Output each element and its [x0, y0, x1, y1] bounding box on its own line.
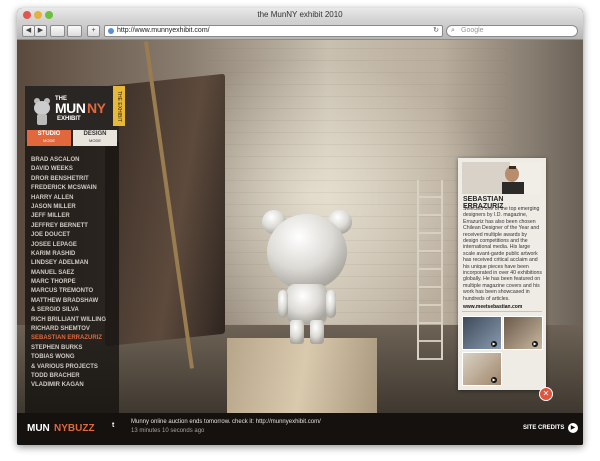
studio-mode-label: STUDIO [37, 131, 61, 137]
designer-item[interactable]: MARCUS TREMONTO [31, 287, 121, 296]
designer-website-link[interactable]: www.meetsebastian.com [463, 304, 543, 310]
designer-item[interactable]: JOSEE LEPAGE [31, 241, 121, 250]
designer-profile-card: SEBASTIAN ERRAZURIZ Selected one of the … [458, 158, 546, 390]
designer-item[interactable]: FREDERICK MCSWAIN [31, 184, 121, 193]
logo-ny: NY [87, 100, 106, 116]
logo-mun: MUN [55, 100, 86, 116]
add-bookmark-button[interactable]: + [87, 25, 100, 37]
address-bar[interactable]: http://www.munnyexhibit.com/ ↻ [104, 25, 443, 37]
forward-button[interactable]: ▶ [34, 25, 47, 37]
tweet-timestamp: 13 minutes 10 seconds ago [131, 428, 205, 434]
address-text: http://www.munnyexhibit.com/ [117, 27, 210, 34]
studio-mode-button[interactable]: STUDIO MODE [27, 130, 71, 146]
site-credits-link[interactable]: SITE CREDITS [523, 425, 564, 431]
card-divider [462, 311, 542, 312]
designer-item[interactable]: DAVID WEEKS [31, 165, 121, 174]
designer-item[interactable]: JEFFREY BERNETT [31, 222, 121, 231]
search-placeholder: Google [461, 27, 484, 34]
buzz-logo-mun: MUN [27, 423, 50, 434]
browser-window: the MunNY exhibit 2010 ◀ ▶ + http://www.… [17, 8, 583, 445]
globe-icon [108, 28, 114, 34]
designer-item[interactable]: JOE DOUCET [31, 231, 121, 240]
site-credits-arrow-icon[interactable]: ▶ [568, 423, 578, 433]
close-card-button[interactable]: ✕ [539, 387, 553, 401]
design-mode-label: DESIGN [83, 131, 107, 137]
designer-item[interactable]: TODD BRACHER [31, 372, 121, 381]
designer-item[interactable]: MATTHEW BRADSHAW [31, 297, 121, 306]
designer-item[interactable]: VLADIMIR KAGAN [31, 381, 121, 390]
studio-mode-sub: MODE [43, 138, 55, 143]
designer-item[interactable]: TOBIAS WONG [31, 353, 121, 362]
play-icon: ▶ [532, 341, 538, 347]
designer-item-selected[interactable]: SEBASTIAN ERRAZURIZ [31, 334, 121, 343]
play-icon: ▶ [491, 377, 497, 383]
buzz-logo-nybuzz: NYBUZZ [54, 423, 95, 434]
design-mode-button[interactable]: DESIGN MODE [73, 130, 117, 146]
designer-bio: Selected one of the top emerging designe… [463, 206, 543, 302]
designer-item[interactable]: HARRY ALLEN [31, 194, 121, 203]
video-thumbnail[interactable]: ▶ [462, 316, 502, 350]
designer-item[interactable]: JEFF MILLER [31, 212, 121, 221]
reload-icon[interactable]: ↻ [433, 26, 439, 36]
design-mode-sub: MODE [89, 138, 101, 143]
designer-list: BRAD ASCALON DAVID WEEKS DROR BENSHETRIT… [31, 156, 121, 391]
share-button[interactable] [50, 25, 65, 37]
designer-sidebar: THE MUN NY EXHIBIT THE EXHIBIT STUDIO MO… [25, 86, 125, 413]
designer-item[interactable]: LINDSEY ADELMAN [31, 259, 121, 268]
title-bar: the MunNY exhibit 2010 [17, 8, 583, 22]
browser-toolbar: ◀ ▶ + http://www.munnyexhibit.com/ ↻ ⌕ G… [17, 22, 583, 40]
munny-buzz-bar: MUN NYBUZZ t Munny online auction ends t… [17, 413, 583, 445]
search-input[interactable]: ⌕ Google [446, 25, 578, 37]
bookmarks-button[interactable] [67, 25, 82, 37]
designer-item[interactable]: MARC THORPE [31, 278, 121, 287]
munny-logo-icon [34, 98, 50, 125]
logo-exhibit: EXHIBIT [57, 116, 81, 122]
search-icon: ⌕ [451, 27, 455, 34]
ladder [417, 180, 443, 360]
the-exhibit-tab[interactable]: THE EXHIBIT [113, 86, 125, 126]
designer-item[interactable]: BRAD ASCALON [31, 156, 121, 165]
tweet-text[interactable]: Munny online auction ends tomorrow. chec… [131, 419, 321, 425]
designer-item[interactable]: RICHARD SHEMTOV [31, 325, 121, 334]
designer-item[interactable]: RICH BRILLIANT WILLING [31, 316, 121, 325]
hero-photo: THE MUN NY EXHIBIT THE EXHIBIT STUDIO MO… [17, 40, 583, 413]
designer-item[interactable]: KARIM RASHID [31, 250, 121, 259]
designer-item[interactable]: & VARIOUS PROJECTS [31, 363, 121, 372]
designer-item[interactable]: & SERGIO SILVA [31, 306, 121, 315]
twitter-icon[interactable]: t [112, 422, 114, 429]
play-icon: ▶ [491, 341, 497, 347]
designer-portrait [462, 162, 542, 194]
designer-item[interactable]: STEPHEN BURKS [31, 344, 121, 353]
designer-item[interactable]: MANUEL SAEZ [31, 269, 121, 278]
window-title: the MunNY exhibit 2010 [257, 10, 343, 19]
designer-item[interactable]: DROR BENSHETRIT [31, 175, 121, 184]
designer-item[interactable]: JASON MILLER [31, 203, 121, 212]
video-thumbnail[interactable]: ▶ [503, 316, 543, 350]
munny-figure [262, 210, 352, 344]
video-thumbnail[interactable]: ▶ [462, 352, 502, 386]
